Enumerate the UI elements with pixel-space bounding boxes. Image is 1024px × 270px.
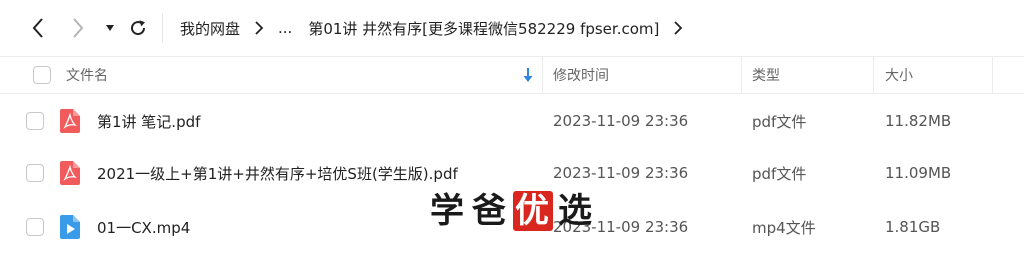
toolbar: 我的网盘 ... 第01讲 井然有序[更多课程微信582229 fpser.co… xyxy=(0,0,1024,55)
forward-button[interactable] xyxy=(66,14,90,42)
column-header-modified[interactable]: 修改时间 xyxy=(553,57,609,93)
file-size: 11.82MB xyxy=(885,112,952,130)
chevron-right-icon[interactable] xyxy=(673,21,685,35)
pdf-icon xyxy=(60,109,80,133)
watermark-char: 选 xyxy=(558,191,594,231)
watermark-char: 学 xyxy=(430,191,466,231)
watermark-char: 爸 xyxy=(472,191,508,231)
column-header-type[interactable]: 类型 xyxy=(752,57,780,93)
column-divider[interactable] xyxy=(992,57,993,93)
refresh-button[interactable] xyxy=(126,14,150,42)
row-checkbox[interactable] xyxy=(26,112,44,130)
file-name[interactable]: 01一CX.mp4 xyxy=(97,202,190,252)
file-name[interactable]: 第1讲 笔记.pdf xyxy=(97,96,200,146)
chevron-left-icon xyxy=(32,18,43,38)
history-dropdown-button[interactable] xyxy=(100,14,120,42)
column-divider[interactable] xyxy=(741,57,742,93)
table-header: 文件名 修改时间 类型 大小 xyxy=(0,56,1024,94)
column-header-size[interactable]: 大小 xyxy=(885,57,913,93)
row-checkbox[interactable] xyxy=(26,218,44,236)
table-row[interactable]: 第1讲 笔记.pdf 2023-11-09 23:36 pdf文件 11.82M… xyxy=(0,96,1024,146)
column-header-name[interactable]: 文件名 xyxy=(66,57,108,93)
back-button[interactable] xyxy=(26,14,50,42)
breadcrumb-root[interactable]: 我的网盘 xyxy=(180,18,240,39)
watermark-char-highlight: 优 xyxy=(513,191,553,231)
breadcrumb-ellipsis[interactable]: ... xyxy=(278,19,292,37)
file-modified: 2023-11-09 23:36 xyxy=(553,112,689,130)
file-type: mp4文件 xyxy=(752,218,816,237)
file-size: 11.09MB xyxy=(885,164,952,182)
breadcrumb-current[interactable]: 第01讲 井然有序[更多课程微信582229 fpser.com] xyxy=(308,18,659,39)
file-browser: 我的网盘 ... 第01讲 井然有序[更多课程微信582229 fpser.co… xyxy=(0,0,1024,270)
select-all-checkbox[interactable] xyxy=(33,66,51,84)
pdf-icon xyxy=(60,161,80,185)
file-type: pdf文件 xyxy=(752,112,807,131)
file-size: 1.81GB xyxy=(885,218,941,236)
chevron-right-icon xyxy=(73,18,84,38)
watermark-logo: 学 爸 优 选 xyxy=(427,190,597,232)
toolbar-divider xyxy=(162,14,163,42)
file-name[interactable]: 2021一级上+第1讲+井然有序+培优S班(学生版).pdf xyxy=(97,148,458,198)
file-type: pdf文件 xyxy=(752,164,807,183)
column-divider[interactable] xyxy=(873,57,874,93)
sort-down-icon[interactable] xyxy=(522,67,534,83)
refresh-icon xyxy=(131,20,146,36)
column-divider[interactable] xyxy=(542,57,543,93)
video-icon xyxy=(60,215,80,239)
breadcrumb: 我的网盘 ... 第01讲 井然有序[更多课程微信582229 fpser.co… xyxy=(180,14,697,42)
caret-down-icon xyxy=(106,25,114,31)
chevron-right-icon xyxy=(254,21,266,35)
row-checkbox[interactable] xyxy=(26,164,44,182)
